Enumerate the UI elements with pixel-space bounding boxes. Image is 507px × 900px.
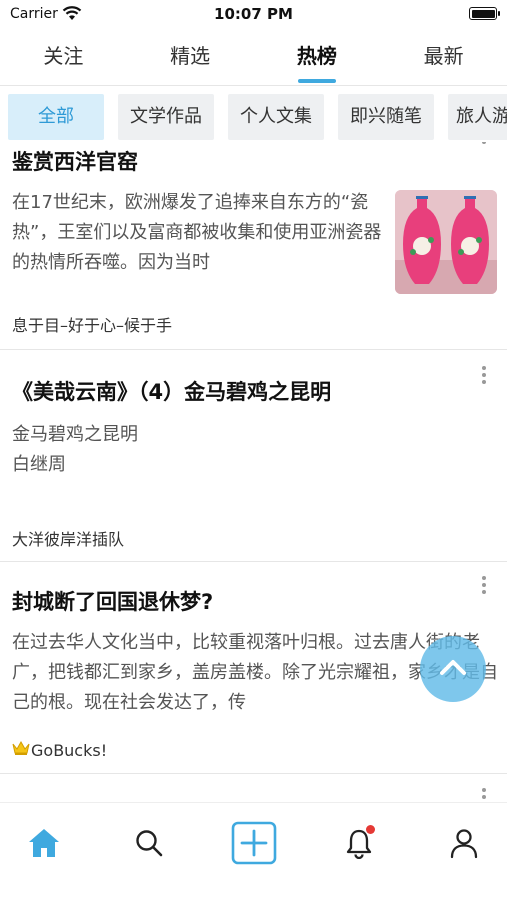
notification-badge xyxy=(366,825,375,834)
chip-literary-works[interactable]: 文学作品 xyxy=(118,94,214,140)
article-author[interactable]: 息于目–好于心–候于手 xyxy=(12,312,172,336)
tab-label: 精选 xyxy=(170,44,211,68)
status-bar: Carrier 10:07 PM xyxy=(0,0,507,28)
nav-notifications[interactable] xyxy=(339,825,379,865)
article-author[interactable]: GoBucks! xyxy=(31,741,107,760)
article-card[interactable]: 鉴赏西洋官窑 在17世纪末，欧洲爆发了追捧来自东方的“瓷热”，王室们以及富商都被… xyxy=(0,142,507,350)
user-icon xyxy=(449,827,479,863)
tab-trending[interactable]: 热榜 xyxy=(254,30,381,85)
article-author-row[interactable]: GoBucks! xyxy=(12,740,107,760)
article-excerpt-line: 白继周 xyxy=(12,454,66,475)
article-author[interactable]: 大洋彼岸洋插队 xyxy=(12,526,124,550)
article-title[interactable]: 封城断了回国退休梦? xyxy=(12,586,213,616)
article-feed: 鉴赏西洋官窑 在17世纪末，欧洲爆发了追捧来自东方的“瓷热”，王室们以及富商都被… xyxy=(0,142,507,802)
battery-icon xyxy=(469,7,500,20)
tab-label: 最新 xyxy=(423,44,464,68)
chip-impromptu-essays[interactable]: 即兴随笔 xyxy=(338,94,434,140)
crown-icon xyxy=(12,740,30,760)
article-excerpt-line: 金马碧鸡之昆明 xyxy=(12,424,138,445)
tab-label: 关注 xyxy=(43,44,84,68)
article-title[interactable]: 《美哉云南》（4）金马碧鸡之昆明 xyxy=(12,376,331,406)
category-chip-row: 全部 文学作品 个人文集 即兴随笔 旅人游 xyxy=(0,94,507,142)
add-icon xyxy=(231,821,277,869)
article-card[interactable]: 《美哉云南》（4）金马碧鸡之昆明 金马碧鸡之昆明 白继周 大洋彼岸洋插队 xyxy=(0,350,507,562)
chip-all[interactable]: 全部 xyxy=(8,94,104,140)
nav-home[interactable] xyxy=(24,825,64,865)
scroll-to-top-button[interactable] xyxy=(420,636,486,702)
bottom-navigation xyxy=(0,802,507,900)
tab-following[interactable]: 关注 xyxy=(0,30,127,85)
active-tab-indicator xyxy=(297,79,336,83)
more-options-icon[interactable] xyxy=(481,576,487,594)
tab-featured[interactable]: 精选 xyxy=(127,30,254,85)
home-icon xyxy=(27,827,61,863)
article-title[interactable]: 鉴赏西洋官窑 xyxy=(12,146,138,176)
top-tab-bar: 关注 精选 热榜 最新 xyxy=(0,30,507,86)
search-icon xyxy=(134,828,164,862)
more-options-icon[interactable] xyxy=(481,142,487,144)
status-time: 10:07 PM xyxy=(214,5,293,23)
article-thumbnail[interactable] xyxy=(395,190,497,294)
article-card[interactable] xyxy=(0,774,507,802)
chip-travel[interactable]: 旅人游 xyxy=(448,94,507,140)
chevron-up-icon xyxy=(438,657,468,681)
article-excerpt: 在17世纪末，欧洲爆发了追捧来自东方的“瓷热”，王室们以及富商都被收集和使用亚洲… xyxy=(12,192,382,273)
more-options-icon[interactable] xyxy=(481,788,487,799)
nav-search[interactable] xyxy=(129,825,169,865)
tab-latest[interactable]: 最新 xyxy=(380,30,507,85)
tab-label: 热榜 xyxy=(296,44,337,68)
more-options-icon[interactable] xyxy=(481,366,487,384)
nav-create[interactable] xyxy=(231,821,277,869)
nav-profile[interactable] xyxy=(444,825,484,865)
chip-personal-collection[interactable]: 个人文集 xyxy=(228,94,324,140)
